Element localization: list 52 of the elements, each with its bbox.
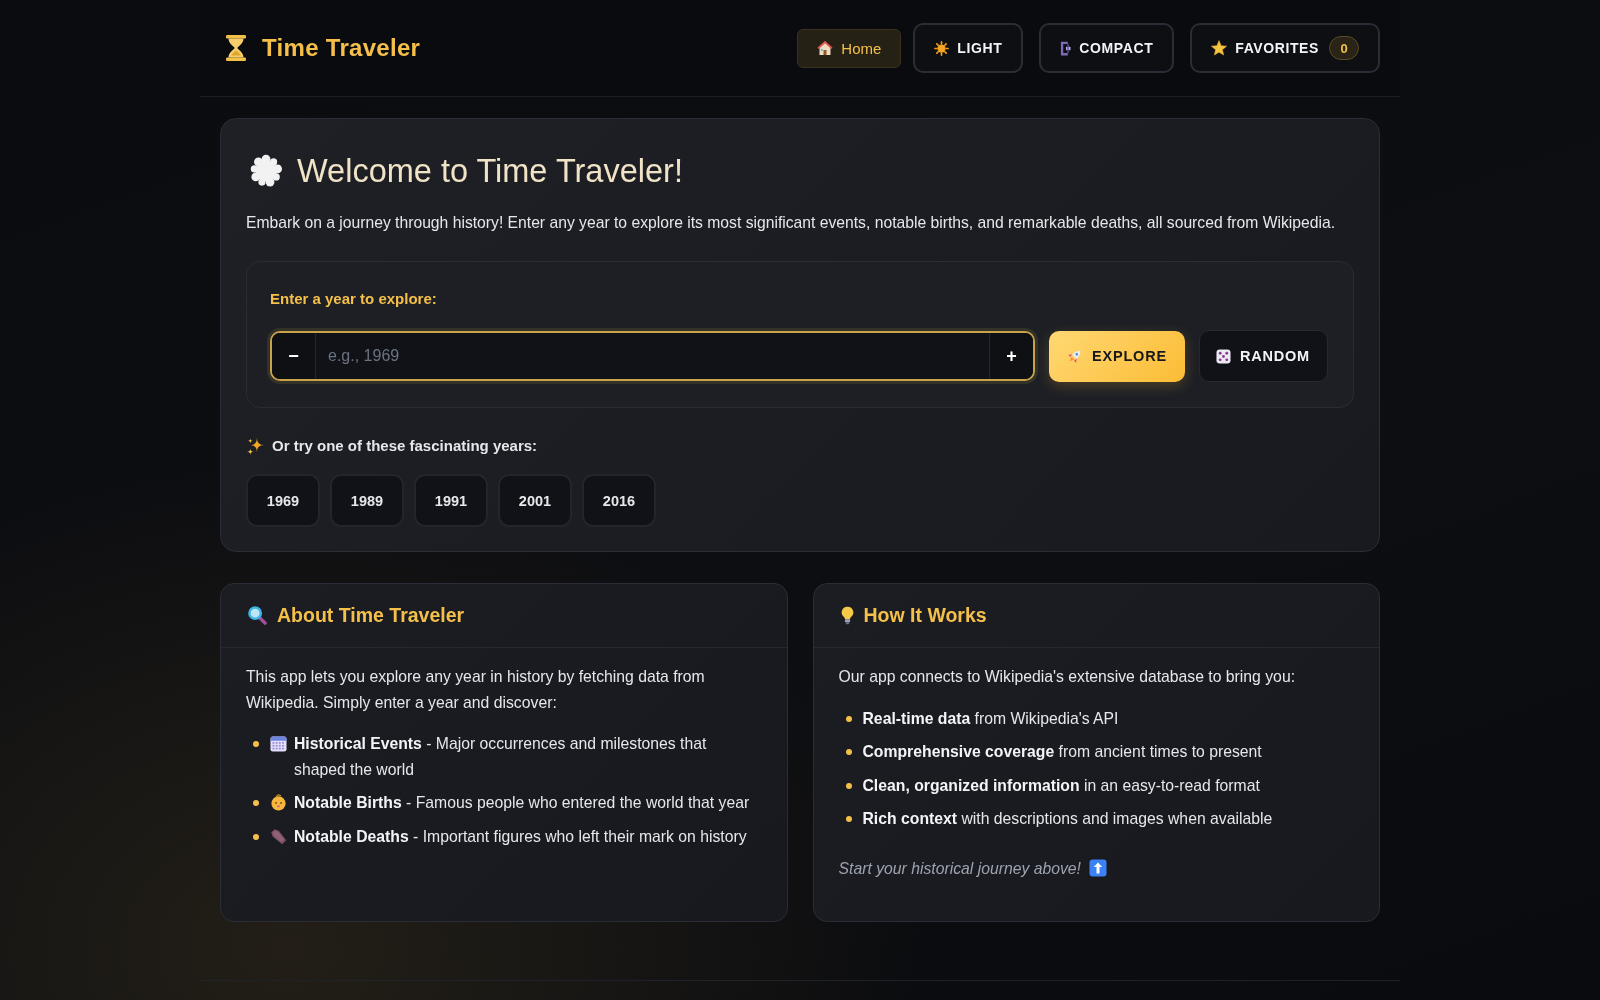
bullet-icon [253, 741, 259, 747]
feature-text: Notable Deaths - Important figures who left their mark on history [294, 826, 748, 847]
year-chip[interactable]: 2016 [582, 474, 656, 527]
decrement-button[interactable]: − [272, 333, 316, 379]
year-label: Enter a year to explore: [270, 289, 438, 309]
home-link[interactable]: Home [797, 28, 902, 68]
random-button[interactable]: RANDOM [1198, 330, 1328, 382]
splat-icon [249, 154, 283, 188]
sun-icon [934, 40, 950, 56]
favorites-button[interactable]: FAVORITES 0 [1190, 23, 1380, 73]
card-intro: This app lets you explore any year in history by fetching data from Wikipedia. Simply enter a year and discover: [246, 667, 706, 713]
feature-text: Clean, organized information in an easy-to-read format [862, 775, 1261, 796]
bullet-icon [845, 816, 852, 822]
dice-icon [1215, 348, 1231, 364]
suggestions-label: Or try one of these fascinating years: [272, 436, 538, 456]
feature-text: Notable Births - Famous people who entered the world that year [294, 793, 751, 813]
hourglass-icon [226, 35, 246, 61]
explore-button[interactable]: EXPLORE [1049, 330, 1185, 382]
card-title: About Time Traveler [277, 604, 465, 627]
bullet-icon [845, 715, 852, 722]
bullet-icon [253, 833, 259, 840]
search-icon [248, 606, 267, 625]
sparkle-icon [247, 437, 264, 455]
star-icon [1211, 40, 1228, 56]
coffin-icon [270, 827, 287, 845]
card-title: How It Works [863, 604, 987, 627]
house-icon [817, 40, 834, 56]
year-chip[interactable]: 1991 [414, 474, 488, 527]
count-badge: 0 [1329, 36, 1359, 60]
year-chip[interactable]: 1989 [330, 474, 404, 527]
card-intro: Our app connects to Wikipedia's extensive database to bring you: [838, 667, 1297, 687]
feature-text: Rich context with descriptions and images when available [862, 809, 1274, 829]
welcome-description: Embark on a journey through history! Enter any year to explore its most significant events, notable births, and remarkable deaths, all sourced from Wikipedia. [246, 213, 1337, 233]
year-chip[interactable]: 2001 [498, 474, 572, 527]
bullet-icon [253, 800, 259, 806]
light-bulb-icon [840, 606, 854, 625]
feature-text: Comprehensive coverage from ancient times to present [862, 742, 1263, 762]
year-stepper[interactable]: − e.g., 1969 + [270, 331, 1036, 381]
clamp-icon [1060, 40, 1072, 56]
baby-face-icon [270, 794, 287, 811]
app-title: Time Traveler [262, 34, 421, 62]
light-mode-button[interactable]: LIGHT [913, 23, 1024, 73]
increment-button[interactable]: + [989, 333, 1034, 379]
feature-text: Historical Events - Major occurrences and milestones that shaped the world [294, 734, 708, 780]
feature-text: Real-time data from Wikipedia's API [862, 708, 1120, 729]
compact-mode-button[interactable]: COMPACT [1039, 23, 1175, 73]
year-chip[interactable]: 1969 [246, 474, 320, 527]
bullet-icon [845, 782, 852, 789]
bullet-icon [845, 749, 852, 755]
welcome-title: Welcome to Time Traveler! [297, 152, 683, 191]
calendar-icon [270, 735, 287, 752]
card-note: Start your historical journey above! [838, 858, 1081, 879]
